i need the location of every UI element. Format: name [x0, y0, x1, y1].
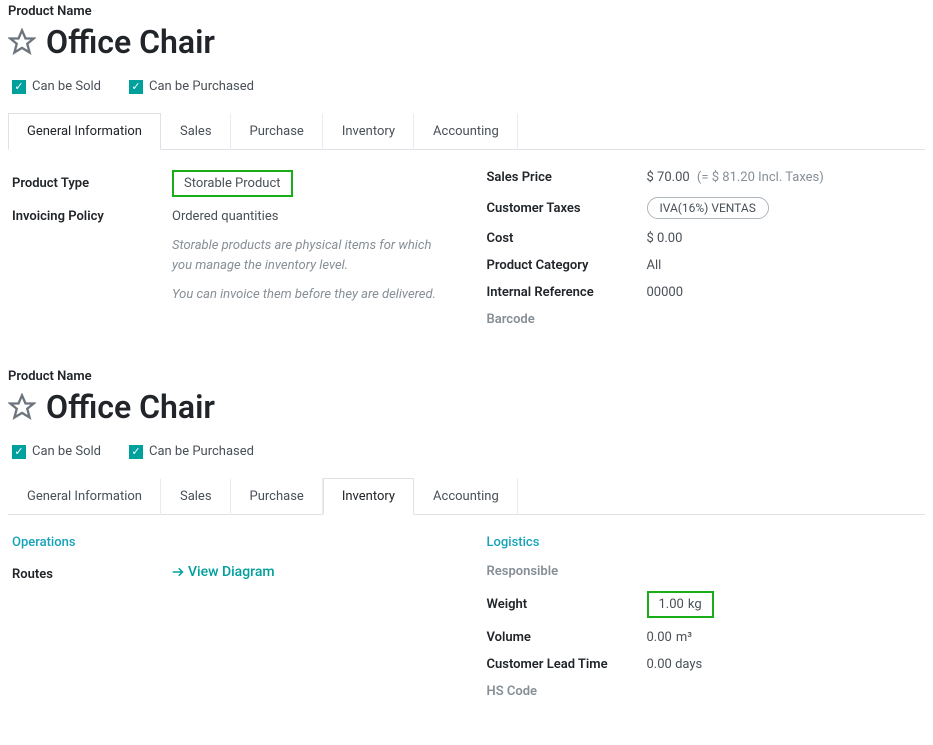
- cost-label: Cost: [487, 231, 647, 246]
- product-title[interactable]: Office Chair: [46, 23, 215, 61]
- can-be-purchased-checkbox[interactable]: ✓ Can be Purchased: [129, 444, 254, 459]
- product-form-2: Product Name Office Chair ✓ Can be Sold …: [8, 369, 925, 721]
- internal-reference-label: Internal Reference: [487, 285, 647, 300]
- arrow-right-icon: [172, 566, 184, 578]
- inventory-tab-content: Operations Routes View Diagram Logistics…: [8, 515, 925, 721]
- sales-price-incl-taxes: (= $ 81.20 Incl. Taxes): [697, 170, 824, 185]
- tab-general-information[interactable]: General Information: [8, 113, 161, 150]
- customer-taxes-label: Customer Taxes: [487, 201, 647, 216]
- can-be-purchased-checkbox[interactable]: ✓ Can be Purchased: [129, 79, 254, 94]
- logistics-heading: Logistics: [487, 535, 922, 550]
- tab-general-information[interactable]: General Information: [8, 478, 161, 515]
- product-title[interactable]: Office Chair: [46, 388, 215, 426]
- invoicing-policy-label: Invoicing Policy: [12, 209, 172, 224]
- product-category-value[interactable]: All: [647, 258, 662, 273]
- cost-value[interactable]: $ 0.00: [647, 231, 683, 246]
- tab-accounting[interactable]: Accounting: [414, 113, 518, 150]
- check-icon: ✓: [12, 80, 26, 94]
- product-form-1: Product Name Office Chair ✓ Can be Sold …: [8, 4, 925, 349]
- can-be-purchased-label: Can be Purchased: [149, 444, 254, 459]
- check-icon: ✓: [12, 445, 26, 459]
- product-name-label: Product Name: [8, 369, 925, 384]
- routes-label: Routes: [12, 567, 172, 582]
- customer-lead-time-value[interactable]: 0.00 days: [647, 657, 703, 672]
- help-text-1: Storable products are physical items for…: [172, 236, 447, 275]
- can-be-sold-label: Can be Sold: [32, 79, 101, 94]
- responsible-label: Responsible: [487, 564, 647, 579]
- can-be-sold-checkbox[interactable]: ✓ Can be Sold: [12, 444, 101, 459]
- volume-value[interactable]: 0.00m³: [647, 630, 693, 645]
- product-type-label: Product Type: [12, 176, 172, 191]
- product-type-value[interactable]: Storable Product: [172, 170, 293, 197]
- sales-price-label: Sales Price: [487, 170, 647, 185]
- weight-label: Weight: [487, 597, 647, 612]
- view-diagram-link[interactable]: View Diagram: [172, 564, 275, 580]
- volume-label: Volume: [487, 630, 647, 645]
- tab-sales[interactable]: Sales: [161, 478, 231, 515]
- tab-inventory[interactable]: Inventory: [323, 113, 414, 150]
- check-icon: ✓: [129, 445, 143, 459]
- internal-reference-value[interactable]: 00000: [647, 285, 684, 300]
- tab-purchase[interactable]: Purchase: [231, 478, 323, 515]
- general-tab-content: Product Type Storable Product Invoicing …: [8, 150, 925, 349]
- favorite-star-icon[interactable]: [8, 393, 36, 421]
- tab-accounting[interactable]: Accounting: [414, 478, 518, 515]
- product-name-label: Product Name: [8, 4, 925, 19]
- product-category-label: Product Category: [487, 258, 647, 273]
- help-text-2: You can invoice them before they are del…: [172, 285, 447, 305]
- tab-purchase[interactable]: Purchase: [231, 113, 323, 150]
- tab-sales[interactable]: Sales: [161, 113, 231, 150]
- tab-inventory[interactable]: Inventory: [323, 478, 414, 515]
- operations-heading: Operations: [12, 535, 447, 550]
- tabs-2: General Information Sales Purchase Inven…: [8, 477, 925, 515]
- customer-lead-time-label: Customer Lead Time: [487, 657, 647, 672]
- check-icon: ✓: [129, 80, 143, 94]
- can-be-purchased-label: Can be Purchased: [149, 79, 254, 94]
- barcode-label: Barcode: [487, 312, 647, 327]
- customer-taxes-tag[interactable]: IVA(16%) VENTAS: [647, 197, 769, 219]
- can-be-sold-checkbox[interactable]: ✓ Can be Sold: [12, 79, 101, 94]
- hs-code-label: HS Code: [487, 684, 647, 699]
- favorite-star-icon[interactable]: [8, 28, 36, 56]
- invoicing-policy-value[interactable]: Ordered quantities: [172, 209, 278, 224]
- can-be-sold-label: Can be Sold: [32, 444, 101, 459]
- tabs-1: General Information Sales Purchase Inven…: [8, 112, 925, 150]
- weight-value[interactable]: 1.00kg: [647, 591, 714, 618]
- sales-price-value[interactable]: $ 70.00 (= $ 81.20 Incl. Taxes): [647, 170, 824, 185]
